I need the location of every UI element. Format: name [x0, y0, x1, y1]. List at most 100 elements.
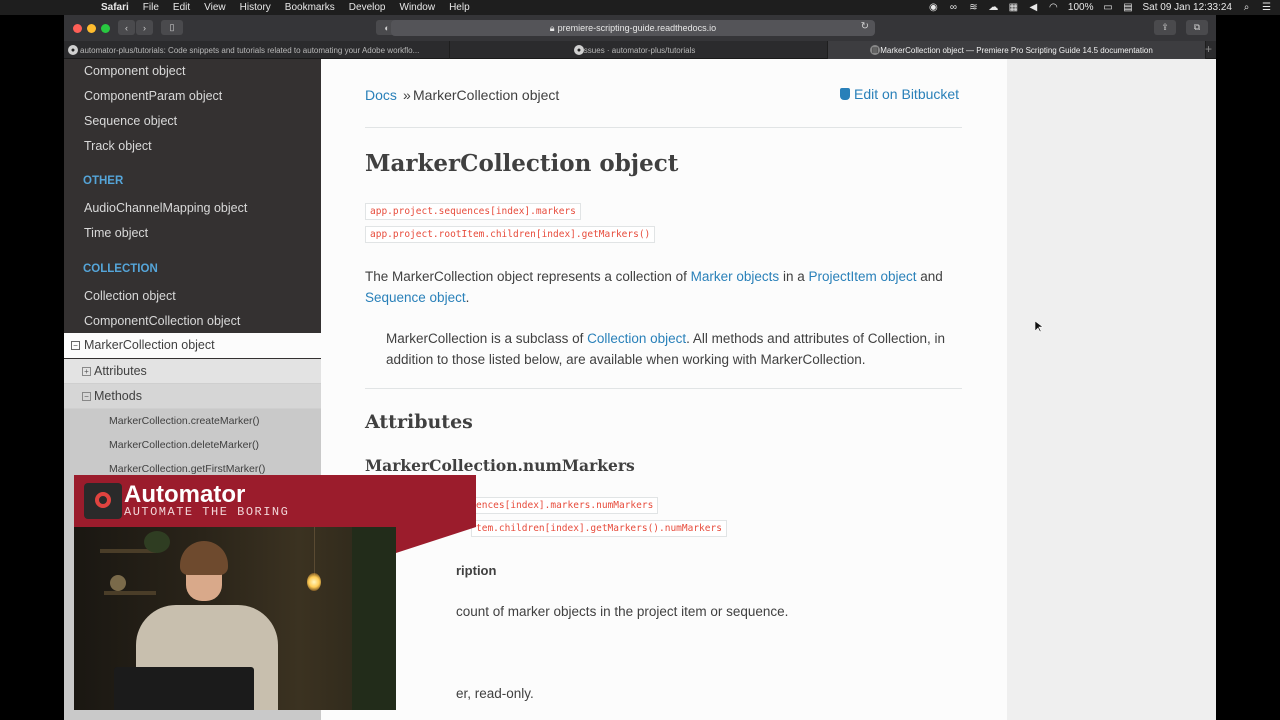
menu-bookmarks[interactable]: Bookmarks [285, 2, 335, 13]
tab-overview-button[interactable]: ⧉ [1186, 20, 1208, 35]
tab-title: MarkerCollection object — Premiere Pro S… [880, 45, 1153, 55]
note-text: MarkerCollection is a subclass of [386, 331, 588, 346]
subclass-note: MarkerCollection is a subclass of Collec… [386, 328, 976, 370]
sidebar-link-sequence[interactable]: Sequence object [84, 114, 177, 128]
attributes-heading: Attributes [365, 411, 473, 433]
collection-object-link[interactable]: Collection object [587, 331, 686, 346]
marker-objects-link[interactable]: Marker objects [691, 269, 780, 284]
projectitem-object-link[interactable]: ProjectItem object [808, 269, 916, 284]
sidebar-subitem-label: Attributes [94, 364, 147, 378]
spotlight-search-icon[interactable]: ⌕ [1241, 2, 1252, 13]
expand-toggle-icon[interactable]: + [82, 367, 91, 376]
menu-help[interactable]: Help [449, 2, 470, 13]
intro-paragraph: The MarkerCollection object represents a… [365, 266, 965, 308]
close-window-button[interactable] [73, 24, 82, 33]
macos-menubar: Safari File Edit View History Bookmarks … [0, 0, 1280, 15]
intro-text: and [916, 269, 943, 284]
sequence-object-link[interactable]: Sequence object [365, 290, 466, 305]
record-icon[interactable]: ◉ [928, 2, 939, 13]
menubar-clock[interactable]: Sat 09 Jan 12:33:24 [1142, 2, 1232, 13]
menu-window[interactable]: Window [400, 2, 436, 13]
notification-center-icon[interactable]: ☰ [1261, 2, 1272, 13]
tab-bar: ● automator-plus/tutorials: Code snippet… [64, 41, 1216, 59]
new-tab-button[interactable]: + [1205, 42, 1212, 56]
sidebar-method-label: MarkerCollection.deleteMarker() [109, 439, 259, 451]
forward-button[interactable]: › [136, 20, 153, 35]
sidebar-link-component[interactable]: Component object [84, 64, 185, 78]
battery-percent: 100% [1067, 2, 1094, 13]
tab-automator-tutorials[interactable]: ● automator-plus/tutorials: Code snippet… [64, 41, 450, 59]
plant [352, 527, 396, 710]
presenter-hair [180, 541, 228, 575]
sidebar-link-track[interactable]: Track object [84, 139, 152, 153]
browser-toolbar: ‹ › ▯ ◐ 🔒︎ premiere-scripting-guide.read… [64, 15, 1216, 41]
menu-edit[interactable]: Edit [173, 2, 190, 13]
creative-cloud-icon[interactable]: ∞ [948, 2, 959, 13]
back-button[interactable]: ‹ [118, 20, 135, 35]
tab-issues[interactable]: ● Issues · automator-plus/tutorials [450, 41, 828, 59]
battery-icon[interactable]: ▭ [1102, 2, 1113, 13]
brand-banner: Automator AUTOMATE THE BORING [74, 475, 476, 527]
divider [365, 388, 962, 389]
page-title: MarkerCollection object [365, 150, 679, 177]
sidebar-link-time[interactable]: Time object [84, 226, 148, 240]
breadcrumb-separator: » [403, 87, 411, 103]
minimize-window-button[interactable] [87, 24, 96, 33]
grid-icon[interactable]: ▦ [1008, 2, 1019, 13]
volume-icon[interactable]: ◀ [1028, 2, 1039, 13]
collapse-toggle-icon[interactable]: − [71, 341, 80, 350]
tab-title: Issues · automator-plus/tutorials [581, 45, 696, 55]
description-text: count of marker objects in the project i… [456, 604, 789, 619]
sidebar-subitem-methods[interactable]: − Methods [64, 384, 321, 409]
tab-title: automator-plus/tutorials: Code snippets … [80, 45, 420, 55]
sidebar-caption-other: OTHER [83, 175, 124, 187]
right-empty-pane [1007, 59, 1216, 720]
automator-logo-icon [84, 483, 122, 519]
zoom-window-button[interactable] [101, 24, 110, 33]
cloud-icon[interactable]: ☁ [988, 2, 999, 13]
reload-icon[interactable]: ↻ [861, 21, 869, 32]
github-icon: ● [574, 45, 584, 55]
pot [110, 575, 126, 591]
sidebar-caption-collection: COLLECTION [83, 263, 158, 275]
attribute-name-heading: MarkerCollection.numMarkers [365, 456, 635, 475]
sidebar-subitem-attributes[interactable]: + Attributes [64, 359, 321, 384]
laptop [114, 667, 254, 710]
tab-markercollection-docs[interactable]: ▤ MarkerCollection object — Premiere Pro… [828, 41, 1206, 59]
github-icon: ● [68, 45, 78, 55]
mouse-cursor-icon [1035, 321, 1043, 333]
code-path-sequence: app.project.sequences[index].markers [365, 203, 581, 220]
divider [365, 127, 962, 128]
sidebar-method-deletemarker[interactable]: MarkerCollection.deleteMarker() [64, 433, 321, 457]
sidebar-method-label: MarkerCollection.getFirstMarker() [109, 463, 266, 475]
menubar-status-area: ◉ ∞ ≋ ☁ ▦ ◀ ◠ 100% ▭ ▤ Sat 09 Jan 12:33:… [928, 0, 1272, 15]
wifi-icon[interactable]: ◠ [1048, 2, 1059, 13]
collapse-toggle-icon[interactable]: − [82, 392, 91, 401]
sidebar-toggle-button[interactable]: ▯ [161, 20, 183, 35]
menu-app-name[interactable]: Safari [101, 2, 129, 13]
attr-code-projectitem: tem.children[index].getMarkers().numMark… [471, 520, 727, 537]
presenter-video [74, 527, 396, 710]
sidebar-method-createmarker[interactable]: MarkerCollection.createMarker() [64, 409, 321, 433]
sidebar-link-componentcollection[interactable]: ComponentCollection object [84, 314, 240, 328]
sidebar-subitem-label: Methods [94, 389, 142, 403]
docker-icon[interactable]: ≋ [968, 2, 979, 13]
menu-history[interactable]: History [240, 2, 271, 13]
share-button[interactable]: ⇪ [1154, 20, 1176, 35]
sidebar-link-collection[interactable]: Collection object [84, 289, 176, 303]
menu-develop[interactable]: Develop [349, 2, 386, 13]
code-path-projectitem: app.project.rootItem.children[index].get… [365, 226, 656, 243]
sidebar-current-label: MarkerCollection object [84, 338, 215, 352]
address-url: premiere-scripting-guide.readthedocs.io [557, 23, 717, 33]
sidebar-link-audiochannelmapping[interactable]: AudioChannelMapping object [84, 201, 247, 215]
menu-file[interactable]: File [143, 2, 159, 13]
edit-on-bitbucket-link[interactable]: Edit on Bitbucket [840, 86, 959, 102]
sidebar-link-componentparam[interactable]: ComponentParam object [84, 89, 222, 103]
calendar-icon[interactable]: ▤ [1122, 2, 1133, 13]
breadcrumb-docs-link[interactable]: Docs [365, 87, 397, 103]
plant [144, 531, 170, 553]
address-bar[interactable]: 🔒︎ premiere-scripting-guide.readthedocs.… [391, 20, 875, 36]
lock-icon: 🔒︎ [549, 22, 555, 33]
sidebar-item-current[interactable]: − MarkerCollection object [64, 333, 321, 358]
menu-view[interactable]: View [204, 2, 226, 13]
